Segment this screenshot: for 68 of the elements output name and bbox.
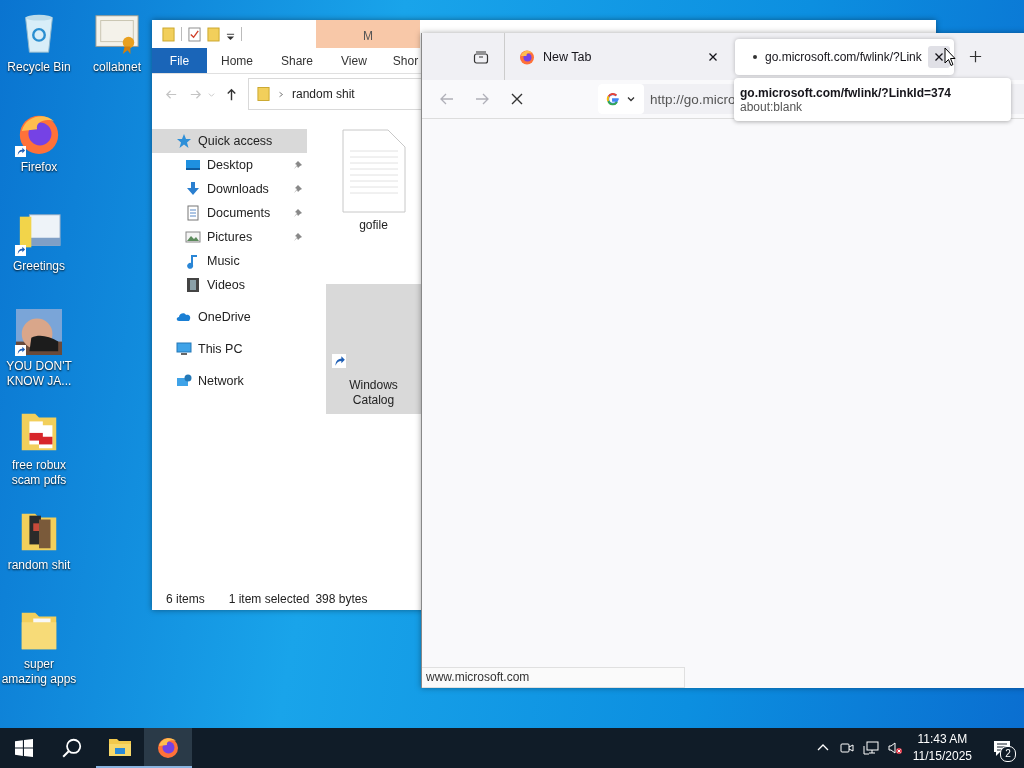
close-tab-icon[interactable] (927, 45, 950, 68)
star-icon (176, 133, 192, 149)
notification-button[interactable]: 2 (980, 728, 1024, 768)
contextual-tab-header: M (316, 20, 420, 48)
nav-item[interactable]: Documents (152, 201, 307, 225)
status-text: 6 items (166, 592, 205, 606)
notification-count: 2 (1000, 746, 1016, 762)
new-tab-icon[interactable] (967, 49, 983, 64)
stop-icon[interactable] (509, 91, 525, 107)
pin-icon[interactable] (293, 208, 303, 218)
nav-item[interactable]: Music (152, 249, 307, 273)
nav-item[interactable]: Quick access (152, 129, 307, 153)
ribbon-tab[interactable]: Share (267, 48, 328, 73)
tooltip-title: go.microsoft.com/fwlink/?LinkId=374 (740, 85, 953, 100)
search-engine-button[interactable] (598, 84, 644, 114)
ribbon-tab[interactable]: Shor (380, 48, 419, 73)
nav-item[interactable]: OneDrive (152, 305, 307, 329)
tab-groups-icon[interactable] (473, 48, 489, 65)
desktop-icon-label[interactable]: YOU DON'T KNOW JA... (1, 358, 77, 389)
g-logo-icon (606, 92, 620, 106)
pin-icon[interactable] (293, 232, 303, 242)
file-item[interactable]: gofile (326, 129, 421, 259)
desktop-icon-label[interactable]: Firefox (1, 159, 77, 175)
text-file-icon (341, 129, 406, 213)
nav-item[interactable]: Pictures (152, 225, 307, 249)
mouse-pointer-icon (944, 47, 956, 67)
browser-tab[interactable]: go.microsoft.com/fwlink/?Link (735, 38, 954, 75)
browser-tab[interactable]: New Tab (509, 38, 729, 75)
file-item[interactable]: Windows Catalog (326, 284, 421, 414)
desktop-icon-label[interactable]: super amazing apps (1, 657, 77, 687)
desktop-icon-label[interactable]: Greetings (1, 259, 77, 274)
muted-speaker-icon[interactable] (886, 740, 903, 756)
pin-icon[interactable] (293, 160, 303, 170)
link-status: www.microsoft.com (422, 667, 685, 688)
pictures-icon (185, 229, 201, 245)
pc-icon (176, 341, 192, 357)
ribbon-tab[interactable]: Home (207, 48, 267, 73)
nav-item[interactable]: Downloads (152, 177, 307, 201)
taskbar-app-button[interactable] (144, 728, 192, 768)
desktop-icon (185, 157, 201, 173)
folder-icon (257, 86, 270, 102)
desktop-icon-label[interactable]: Recycle Bin (1, 60, 77, 75)
desktop-icon-label[interactable]: random shit (1, 557, 77, 573)
desktop-icon-label[interactable]: free robux scam pdfs (1, 458, 77, 488)
pin-icon[interactable] (293, 184, 303, 194)
download-icon (185, 181, 201, 197)
tooltip-url: about:blank (740, 99, 803, 114)
shortcut-arrow-icon (332, 354, 346, 368)
ribbon-tab[interactable]: View (327, 48, 381, 73)
chevron-right-icon[interactable] (278, 90, 284, 98)
firefox-icon (156, 735, 180, 759)
network-icon (176, 373, 192, 389)
document-icon (185, 205, 201, 221)
status-text: 1 item selected (228, 592, 310, 606)
camera-icon[interactable] (838, 740, 855, 756)
clock[interactable]: 11:43 AM 11/15/2025 (912, 731, 972, 765)
nav-item[interactable]: Desktop (152, 153, 307, 177)
videos-icon (185, 277, 201, 293)
dropdown-icon[interactable] (226, 31, 235, 41)
chevron-down-icon (626, 94, 636, 104)
status-text: 398 bytes (315, 592, 368, 606)
nav-item[interactable]: Videos (152, 273, 307, 297)
properties-icon[interactable] (188, 26, 201, 42)
desktop-icon-label[interactable]: collabnet (79, 60, 155, 75)
network-icon[interactable] (862, 740, 879, 756)
nav-item[interactable]: This PC (152, 337, 307, 361)
nav-item[interactable]: Network (152, 369, 307, 393)
breadcrumb[interactable]: random shit (292, 87, 355, 101)
